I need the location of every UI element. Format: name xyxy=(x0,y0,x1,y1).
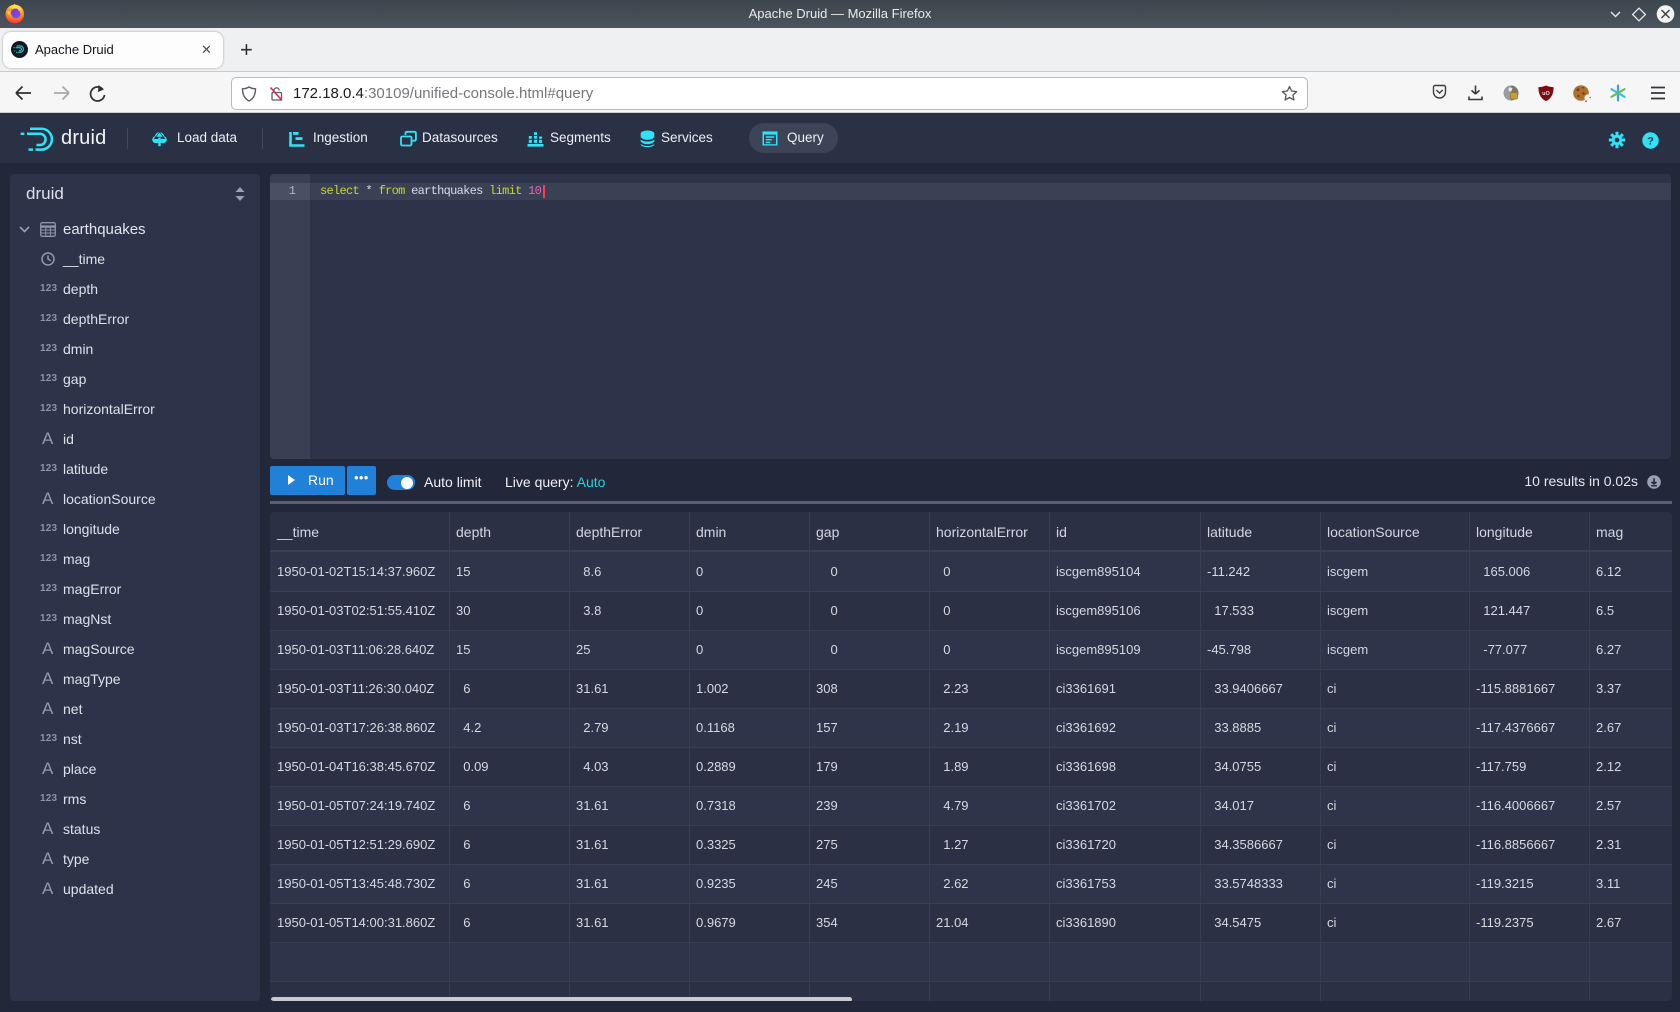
svg-text:uO: uO xyxy=(1542,91,1550,97)
svg-text:?: ? xyxy=(1647,136,1654,148)
